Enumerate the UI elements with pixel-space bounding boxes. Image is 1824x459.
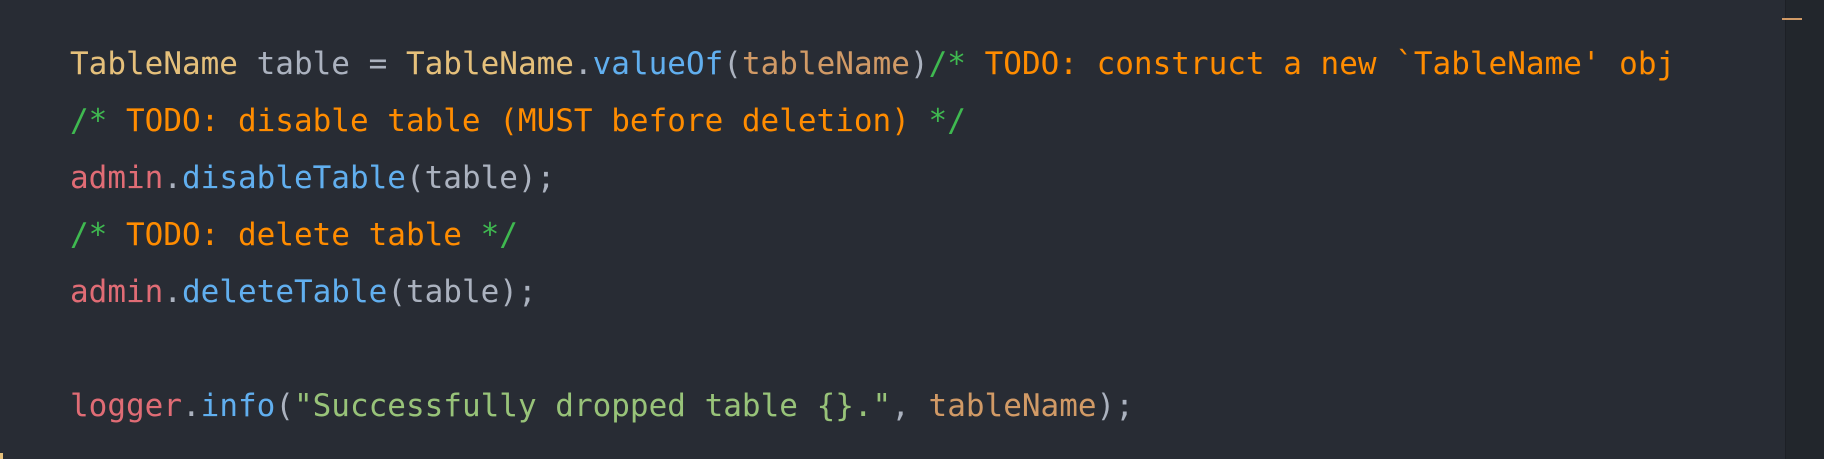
args-token: (table); (387, 274, 537, 310)
method-token: disableTable (182, 160, 406, 196)
punct-token: . (163, 160, 182, 196)
code-line-7[interactable]: logger.info("Successfully dropped table … (70, 378, 1134, 434)
method-token: valueOf (592, 46, 724, 82)
param-token: tableName (741, 46, 910, 82)
punct-token: . (163, 274, 182, 310)
comment-delimiter-token: /* (70, 103, 108, 139)
punct-token: , (891, 388, 929, 424)
string-token: "Successfully dropped table {}." (293, 388, 892, 424)
args-token: (table); (405, 160, 556, 196)
comment-delimiter-token: */ (480, 217, 518, 253)
punct-token: ( (723, 46, 742, 82)
object-token: logger (70, 388, 182, 424)
todo-comment-token: TODO: disable table (MUST before deletio… (107, 103, 929, 139)
punct-token: ) (909, 46, 929, 82)
object-token: admin (70, 274, 164, 310)
type-token: TableName (405, 46, 574, 82)
punct-token: . (181, 388, 201, 424)
operator-token: = (368, 46, 388, 82)
comment-delimiter-token: /* (928, 46, 966, 82)
code-editor[interactable]: TableName table = TableName.valueOf(tabl… (0, 0, 1824, 459)
code-line-2[interactable]: /* TODO: disable table (MUST before dele… (70, 93, 966, 149)
comment-delimiter-token: /* (70, 217, 108, 253)
todo-comment-token: TODO: delete table (107, 217, 481, 253)
todo-comment-token: TODO: construct a new `TableName' obj (965, 46, 1676, 82)
gutter-marker (0, 453, 3, 459)
overview-marker[interactable] (1782, 18, 1802, 20)
method-token: deleteTable (182, 274, 388, 310)
param-token: tableName (928, 388, 1097, 424)
punct-token: ); (1096, 388, 1134, 424)
code-line-5[interactable]: admin.deleteTable(table); (70, 264, 537, 320)
type-token: TableName (70, 46, 238, 82)
code-line-4[interactable]: /* TODO: delete table */ (70, 207, 518, 263)
comment-delimiter-token: */ (928, 103, 966, 139)
code-area[interactable]: TableName table = TableName.valueOf(tabl… (0, 0, 1786, 459)
method-token: info (200, 388, 276, 424)
code-line-1[interactable]: TableName table = TableName.valueOf(tabl… (70, 36, 1675, 92)
object-token: admin (70, 160, 164, 196)
overview-ruler[interactable] (1782, 0, 1824, 459)
variable-token: table (237, 46, 369, 82)
punct-token: ( (275, 388, 294, 424)
code-line-3[interactable]: admin.disableTable(table); (70, 150, 555, 206)
punct-token: . (573, 46, 593, 82)
